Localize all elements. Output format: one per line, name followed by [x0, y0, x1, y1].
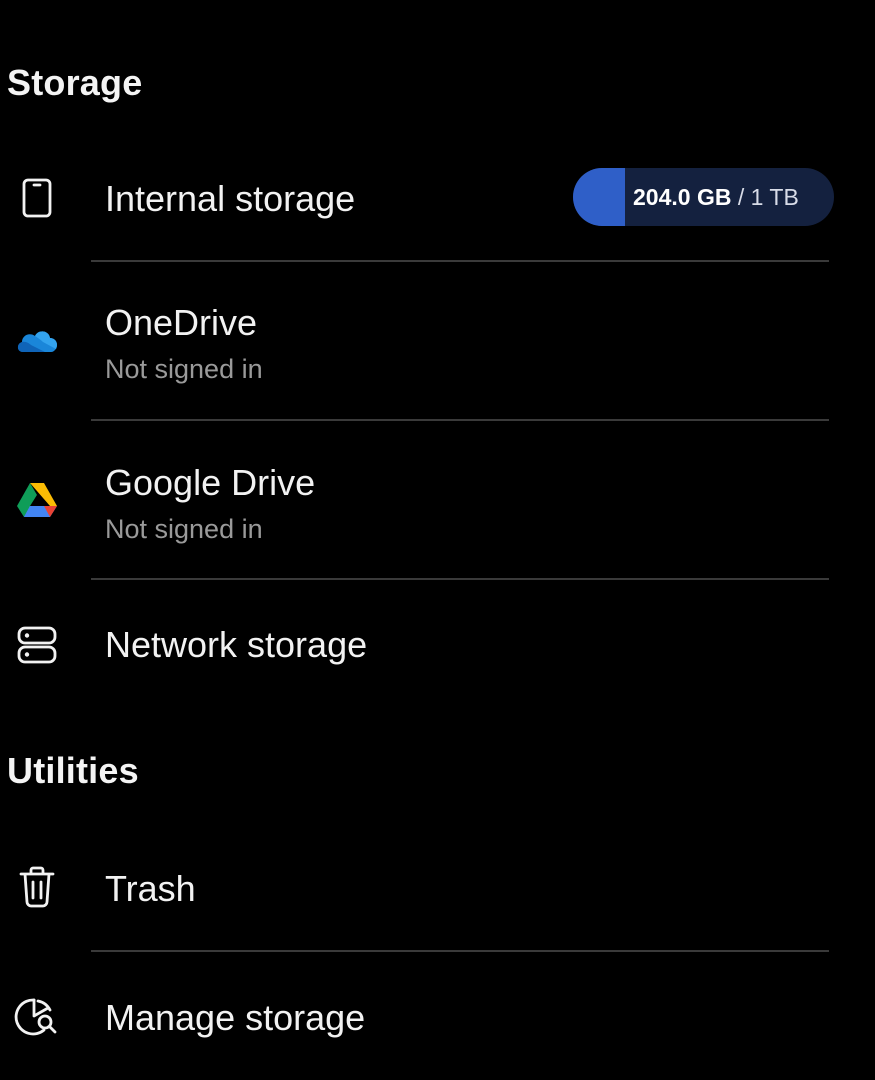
trash-icon: [14, 864, 60, 910]
storage-total: 1 TB: [750, 184, 799, 210]
onedrive-label: OneDrive: [105, 302, 258, 343]
storage-usage-bar: 204.0 GB / 1 TB: [573, 168, 834, 226]
files-storage-screen: Storage Internal storage 204.0 GB / 1 TB…: [0, 0, 875, 1080]
manage-storage-row[interactable]: Manage storage: [0, 970, 875, 1070]
phone-icon: [14, 175, 60, 221]
google-drive-status: Not signed in: [105, 514, 263, 544]
storage-usage-text: 204.0 GB / 1 TB: [633, 168, 799, 226]
manage-storage-icon: [14, 994, 60, 1040]
google-drive-icon: [14, 477, 60, 523]
divider: [91, 950, 829, 952]
network-storage-label: Network storage: [105, 624, 368, 665]
section-title-utilities: Utilities: [7, 750, 139, 791]
network-storage-row[interactable]: Network storage: [0, 595, 875, 695]
divider: [91, 419, 829, 421]
onedrive-icon: [14, 317, 60, 363]
storage-usage-fill: [573, 168, 625, 226]
onedrive-status: Not signed in: [105, 354, 263, 384]
storage-usage-separator: /: [731, 184, 751, 210]
storage-used: 204.0 GB: [633, 184, 732, 210]
trash-label: Trash: [105, 868, 196, 909]
internal-storage-label: Internal storage: [105, 178, 356, 219]
divider: [91, 578, 829, 580]
manage-storage-label: Manage storage: [105, 997, 366, 1038]
trash-row[interactable]: Trash: [0, 840, 875, 940]
section-title-storage: Storage: [7, 62, 143, 103]
divider: [91, 260, 829, 262]
google-drive-label: Google Drive: [105, 462, 316, 503]
network-storage-icon: [14, 622, 60, 668]
onedrive-row[interactable]: OneDrive Not signed in: [0, 290, 875, 410]
google-drive-row[interactable]: Google Drive Not signed in: [0, 450, 875, 570]
